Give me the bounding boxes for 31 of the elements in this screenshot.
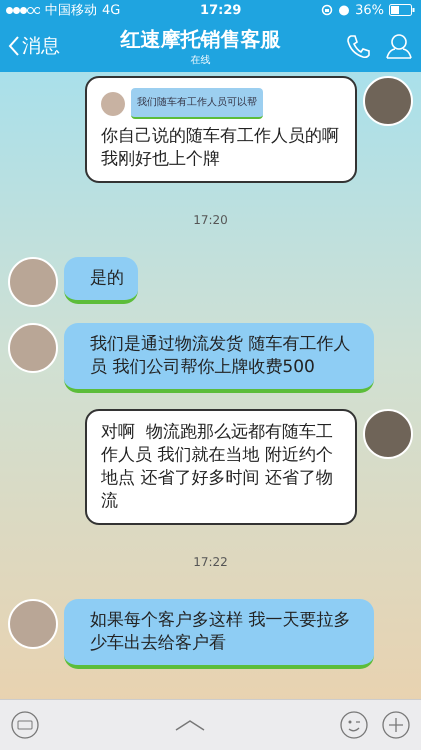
chat-title: 红速摩托销售客服	[120, 26, 280, 52]
profile-icon[interactable]	[385, 32, 413, 60]
lock-rotation-icon	[321, 4, 334, 16]
battery-icon	[389, 4, 415, 16]
avatar[interactable]	[363, 409, 413, 459]
expand-icon[interactable]	[174, 718, 206, 732]
message-text: 你自己说的随车有工作人员的啊我刚好也上个牌	[101, 126, 339, 169]
message-bubble: 我们是通过物流发货 随车有工作人员 我们公司帮你上牌收费500	[64, 323, 374, 393]
message-bubble: 是的	[64, 257, 138, 304]
timestamp: 17:20	[192, 213, 229, 227]
message-text: 对啊 物流跑那么远都有随车工作人员 我们就在当地 附近约个地点 还省了好多时间 还省了物流	[101, 422, 333, 511]
online-status: 在线	[190, 54, 210, 66]
network-label: 4G	[102, 2, 120, 18]
chevron-left-icon	[8, 35, 20, 57]
clock: 17:29	[200, 2, 242, 18]
avatar[interactable]	[8, 257, 58, 307]
battery-percent: 36%	[355, 2, 384, 18]
signal-icon	[6, 6, 40, 14]
back-button[interactable]: 消息	[8, 33, 60, 59]
timestamp: 17:22	[192, 555, 229, 569]
emoji-icon[interactable]	[339, 710, 369, 740]
message-bubble: 如果每个客户多这样 我一天要拉多少车出去给客户看	[64, 599, 374, 669]
avatar[interactable]	[363, 76, 413, 126]
add-icon[interactable]	[381, 710, 411, 740]
keyboard-icon[interactable]	[10, 710, 40, 740]
avatar	[101, 92, 125, 116]
avatar[interactable]	[8, 323, 58, 373]
quoted-message: 我们随车有工作人员可以帮	[131, 88, 263, 119]
avatar[interactable]	[8, 599, 58, 649]
carrier-label: 中国移动	[45, 2, 97, 19]
phone-icon[interactable]	[345, 33, 371, 59]
